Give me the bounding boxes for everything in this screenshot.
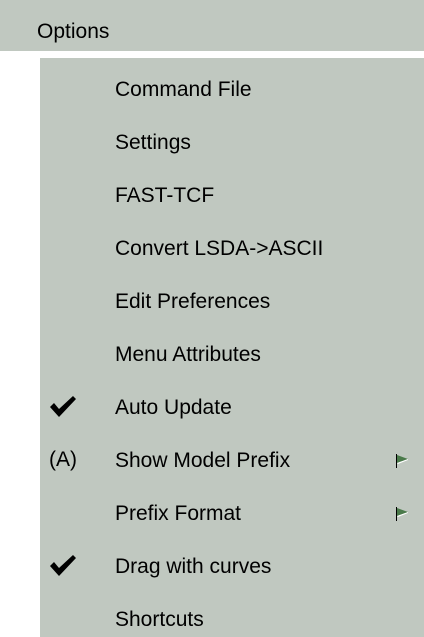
menu-item-settings[interactable]: Settings	[40, 115, 424, 168]
menu-item-label: Command File	[115, 78, 252, 101]
page: Options Command File Settings FAST-TCF C…	[0, 0, 424, 637]
menu-item-prefix-format[interactable]: Prefix Format	[40, 486, 424, 539]
checkmark-icon	[50, 555, 76, 576]
menu-item-show-model-prefix[interactable]: (A) Show Model Prefix	[40, 433, 424, 486]
menubar: Options	[0, 0, 424, 55]
menu-item-auto-update[interactable]: Auto Update	[40, 380, 424, 433]
menu-item-label: Show Model Prefix	[115, 449, 291, 472]
checkmark-icon	[50, 396, 76, 417]
menu-item-label: Settings	[115, 131, 191, 154]
menu-item-shortcuts[interactable]: Shortcuts	[40, 592, 424, 637]
menu-item-label: Auto Update	[115, 396, 232, 419]
menu-item-edit-preferences[interactable]: Edit Preferences	[40, 274, 424, 327]
menu-item-convert-lsda-ascii[interactable]: Convert LSDA->ASCII	[40, 221, 424, 274]
menu-item-command-file[interactable]: Command File	[40, 62, 424, 115]
menu-title-options[interactable]: Options	[37, 20, 109, 44]
menu-item-label: Shortcuts	[115, 608, 204, 631]
cascade-arrow-icon	[396, 454, 408, 468]
menu-item-menu-attributes[interactable]: Menu Attributes	[40, 327, 424, 380]
menu-item-label: Edit Preferences	[115, 290, 271, 313]
menu-item-label: Drag with curves	[115, 555, 272, 578]
menu-item-label: Menu Attributes	[115, 343, 261, 366]
cascade-arrow-icon	[396, 507, 408, 521]
menu-item-prefix-indicator: (A)	[49, 448, 77, 471]
menu-item-label: Convert LSDA->ASCII	[115, 237, 324, 260]
menu-item-label: Prefix Format	[115, 502, 242, 525]
menu-item-fast-tcf[interactable]: FAST-TCF	[40, 168, 424, 221]
menu-item-label: FAST-TCF	[115, 184, 215, 207]
menu-item-drag-with-curves[interactable]: Drag with curves	[40, 539, 424, 592]
options-dropdown-menu: Command File Settings FAST-TCF Convert L…	[40, 58, 424, 637]
